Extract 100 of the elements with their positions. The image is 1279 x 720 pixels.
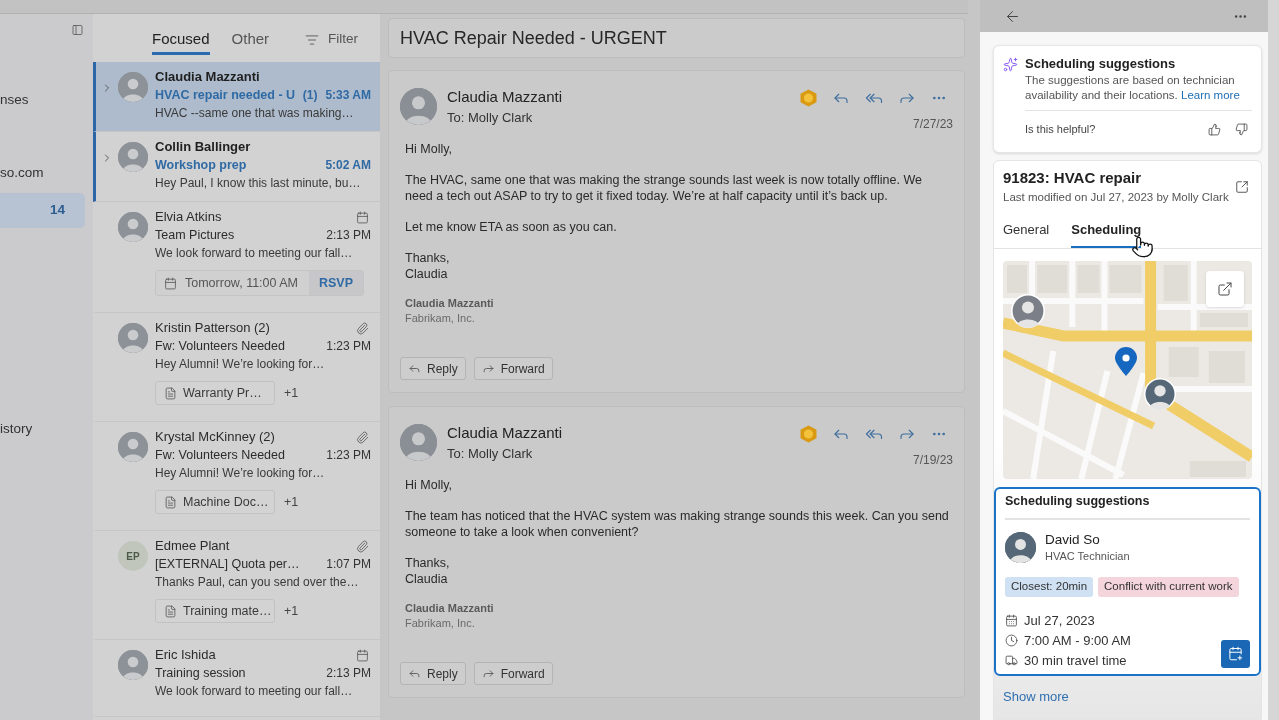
message-preview: We look forward to meeting our fall… bbox=[155, 245, 353, 262]
thumbs-down-icon[interactable] bbox=[1235, 122, 1248, 136]
email-body-text: Hi Molly, bbox=[405, 477, 453, 493]
document-icon bbox=[164, 495, 177, 509]
avatar-icon bbox=[400, 424, 437, 461]
book-button[interactable] bbox=[1221, 639, 1250, 668]
message-item[interactable]: Claudia Mazzanti HVAC repair needed - U (1) 5:33 AM HVAC --same one that was making… bbox=[93, 62, 380, 132]
reply-button[interactable]: Reply bbox=[400, 357, 466, 380]
message-time: 5:02 AM bbox=[325, 157, 371, 174]
paperclip-icon bbox=[356, 430, 369, 444]
message-time: 1:23 PM bbox=[326, 338, 371, 355]
email-body-text: The HVAC, same one that was making the strange sounds last week is now totally offline. We need a tech out ASAP to try to get it fixed today. We’re at half capacity until it’s back up. bbox=[405, 172, 923, 204]
avatar-icon bbox=[118, 212, 148, 242]
folder-item[interactable]: so.com bbox=[0, 159, 85, 187]
message-preview: Hey Paul, I know this last minute, bu… bbox=[155, 175, 361, 192]
card-title: Scheduling suggestions bbox=[1005, 492, 1151, 510]
sender-name: Krystal McKinney (2) bbox=[155, 428, 275, 447]
open-map-button[interactable] bbox=[1206, 270, 1244, 307]
forward-arrow-icon bbox=[481, 362, 495, 375]
avatar-icon bbox=[400, 88, 437, 125]
folder-item[interactable]: istory bbox=[0, 415, 85, 443]
work-order-title: 91823: HVAC repair bbox=[1003, 167, 1143, 188]
attachment-button[interactable]: Machine Doc… bbox=[155, 490, 275, 514]
message-item[interactable]: Krystal McKinney (2) Fw: Volunteers Needed 1:23 PM Hey Alumni! We’re looking for… Machine Doc… +1 bbox=[93, 422, 380, 531]
message-time: 1:23 PM bbox=[326, 447, 371, 464]
thread-count: (1) bbox=[302, 87, 318, 104]
reply-button[interactable]: Reply bbox=[400, 662, 466, 685]
message-preview: Hey Alumni! We’re looking for… bbox=[155, 465, 325, 482]
record-tab[interactable]: General bbox=[1003, 214, 1050, 248]
message-subject: Team Pictures bbox=[155, 226, 235, 244]
filter-button[interactable]: Filter bbox=[305, 21, 358, 55]
email-body-text: Thanks, bbox=[405, 555, 451, 571]
message-preview: Hey Alumni! We’re looking for… bbox=[155, 356, 325, 373]
more-attachments-count: +1 bbox=[284, 493, 299, 511]
message-time: 1:07 PM bbox=[326, 556, 371, 573]
message-preview: We look forward to meeting our fall… bbox=[155, 683, 353, 700]
attachment-button[interactable]: Training mate… bbox=[155, 599, 275, 623]
message-subject: [EXTERNAL] Quota per… bbox=[155, 555, 300, 573]
panel-toggle-icon[interactable] bbox=[71, 24, 84, 36]
reply-arrow-icon bbox=[408, 667, 421, 680]
email-body-text: Claudia bbox=[405, 571, 449, 587]
mailbox-tab[interactable]: Focused bbox=[152, 21, 210, 55]
event-time: Tomorrow, 11:00 AM bbox=[185, 274, 298, 292]
message-item[interactable]: Collin Ballinger Workshop prep 5:02 AM Hey Paul, I know this last minute, bu… bbox=[93, 132, 380, 202]
folder-item[interactable]: nses bbox=[0, 86, 85, 114]
message-preview: Thanks Paul, can you send over the… bbox=[155, 574, 359, 591]
card-title: Scheduling suggestions bbox=[1025, 55, 1177, 73]
recipient-text: To: Molly Clark bbox=[447, 109, 534, 127]
calendar-icon bbox=[356, 210, 369, 224]
signature-company: Fabrikam, Inc. bbox=[405, 311, 476, 326]
sender-name: Claudia Mazzanti bbox=[447, 423, 563, 443]
forward-button[interactable]: Forward bbox=[473, 662, 553, 685]
avatar-icon bbox=[118, 72, 148, 102]
status-tag: Closest: 20min bbox=[1005, 576, 1094, 597]
more-attachments-count: +1 bbox=[284, 602, 299, 620]
message-item[interactable]: Kristin Patterson (2) Fw: Volunteers Needed 1:23 PM Hey Alumni! We’re looking for… Warranty Pr… +1 bbox=[93, 313, 380, 422]
learn-more-link[interactable]: Learn more bbox=[1181, 89, 1240, 101]
pop-out-icon[interactable] bbox=[1235, 179, 1249, 194]
forward-button[interactable]: Forward bbox=[473, 357, 553, 380]
map-pin-icon[interactable] bbox=[1114, 346, 1138, 377]
attachment-button[interactable]: Warranty Pr… bbox=[155, 381, 275, 405]
sender-name: Kristin Patterson (2) bbox=[155, 319, 270, 338]
avatar-icon bbox=[118, 650, 148, 680]
message-subject: Fw: Volunteers Needed bbox=[155, 446, 285, 464]
status-tag: Conflict with current work bbox=[1098, 576, 1239, 597]
message-item[interactable]: Elvia Atkins Team Pictures 2:13 PM We look forward to meeting our fall… Tomorrow, 11:00 AM RSVP bbox=[93, 202, 380, 313]
signature-company: Fabrikam, Inc. bbox=[405, 616, 476, 631]
city-block bbox=[1037, 264, 1068, 293]
mailbox-tab[interactable]: Other bbox=[231, 21, 270, 55]
document-icon bbox=[164, 386, 177, 400]
reply-arrow-icon bbox=[408, 362, 421, 375]
email-body-text: Claudia bbox=[405, 266, 449, 282]
truck-icon bbox=[1005, 654, 1018, 667]
message-subject: Workshop prep bbox=[155, 156, 247, 174]
message-item[interactable]: Eric Ishida Training session 2:13 PM We look forward to meeting our fall… bbox=[93, 640, 380, 717]
calendar-icon bbox=[356, 648, 369, 662]
suggestion-description: The suggestions are based on technician availability and their locations. Learn more bbox=[1025, 73, 1241, 103]
paperclip-icon bbox=[356, 539, 369, 553]
avatar-icon bbox=[118, 142, 148, 172]
folder-item[interactable]: 14 bbox=[0, 193, 85, 228]
signature-name: Claudia Mazzanti bbox=[405, 601, 495, 616]
thumbs-up-icon[interactable] bbox=[1208, 122, 1221, 136]
avatar-icon bbox=[1011, 293, 1045, 328]
detail-text: 30 min travel time bbox=[1024, 651, 1127, 670]
external-link-icon bbox=[1217, 280, 1233, 297]
suggestion-card[interactable]: Scheduling suggestions David So HVAC Technician Closest: 20min Conflict with current work Jul 27, 2023 7:00 AM - 9:00 AM 30 min travel time bbox=[994, 486, 1261, 676]
avatar-initials: EP bbox=[118, 541, 148, 571]
show-more-link[interactable]: Show more bbox=[994, 686, 1069, 706]
detail-text: Jul 27, 2023 bbox=[1024, 611, 1095, 630]
sparkle-icon bbox=[1003, 57, 1018, 72]
detail-text: 7:00 AM - 9:00 AM bbox=[1024, 631, 1131, 650]
sender-name: Elvia Atkins bbox=[155, 208, 222, 227]
city-block bbox=[1077, 264, 1100, 293]
email-body-text: Let me know ETA as soon as you can. bbox=[405, 219, 618, 235]
message-item[interactable]: EP Edmee Plant [EXTERNAL] Quota per… 1:07 PM Thanks Paul, can you send over the… Training mate… +1 bbox=[93, 531, 380, 640]
message-time: 2:13 PM bbox=[326, 227, 371, 244]
unread-count: 14 bbox=[49, 201, 65, 220]
email-body-text: The team has noticed that the HVAC system was making strange sounds this week. Can you send someone to take a look when convenient? bbox=[405, 508, 949, 540]
email-body-text: Thanks, bbox=[405, 250, 451, 266]
message-subject: HVAC repair needed - U bbox=[155, 86, 296, 104]
